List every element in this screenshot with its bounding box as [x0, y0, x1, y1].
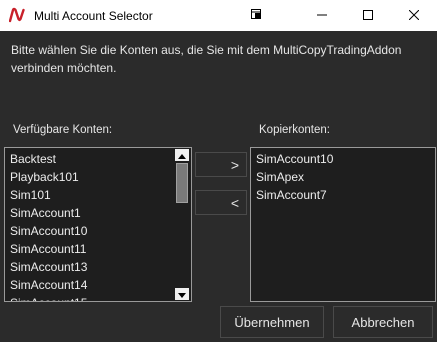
list-item[interactable]: SimAccount7	[256, 186, 333, 204]
maximize-icon	[363, 9, 373, 23]
maximize-button[interactable]	[345, 0, 391, 31]
caret-up-icon	[178, 148, 186, 164]
list-item[interactable]: SimApex	[256, 168, 333, 186]
copy-accounts-label: Kopierkonten:	[259, 124, 330, 136]
apply-button[interactable]: Übernehmen	[220, 306, 324, 338]
close-button[interactable]	[391, 0, 437, 31]
list-item[interactable]: SimAccount1	[10, 204, 87, 222]
window-title: Multi Account Selector	[34, 9, 153, 23]
move-right-button[interactable]: >	[195, 152, 247, 177]
list-item[interactable]: SimAccount10	[10, 222, 87, 240]
snap-window-button[interactable]	[233, 0, 279, 31]
caret-down-icon	[178, 285, 186, 301]
list-item[interactable]: SimAccount13	[10, 258, 87, 276]
scrollbar-thumb[interactable]	[176, 163, 188, 203]
list-item[interactable]: SimAccount14	[10, 276, 87, 294]
available-accounts-list[interactable]: Backtest Playback101 Sim101 SimAccount1 …	[4, 147, 192, 302]
snap-window-icon	[250, 8, 262, 23]
available-accounts-label: Verfügbare Konten:	[13, 124, 113, 136]
copy-accounts-list[interactable]: SimAccount10 SimApex SimAccount7	[250, 147, 436, 302]
multi-account-selector-window: Multi Account Selector Bitte wählen Sie …	[0, 0, 437, 342]
list-item[interactable]: SimAccount15	[10, 294, 87, 301]
instruction-text: Bitte wählen Sie die Konten aus, die Sie…	[11, 43, 402, 75]
vertical-scrollbar[interactable]	[175, 149, 189, 300]
move-left-button[interactable]: <	[195, 190, 247, 215]
minimize-icon	[317, 9, 327, 23]
ninjatrader-logo-icon	[8, 7, 27, 23]
cancel-button[interactable]: Abbrechen	[333, 306, 433, 338]
list-item[interactable]: SimAccount10	[256, 150, 333, 168]
title-bar[interactable]: Multi Account Selector	[0, 0, 437, 31]
list-item[interactable]: Backtest	[10, 150, 87, 168]
scroll-down-button[interactable]	[175, 288, 189, 300]
list-item[interactable]: Playback101	[10, 168, 87, 186]
list-item[interactable]: SimAccount11	[10, 240, 87, 258]
minimize-button[interactable]	[299, 0, 345, 31]
scroll-up-button[interactable]	[175, 149, 189, 161]
close-icon	[408, 9, 420, 23]
list-item[interactable]: Sim101	[10, 186, 87, 204]
